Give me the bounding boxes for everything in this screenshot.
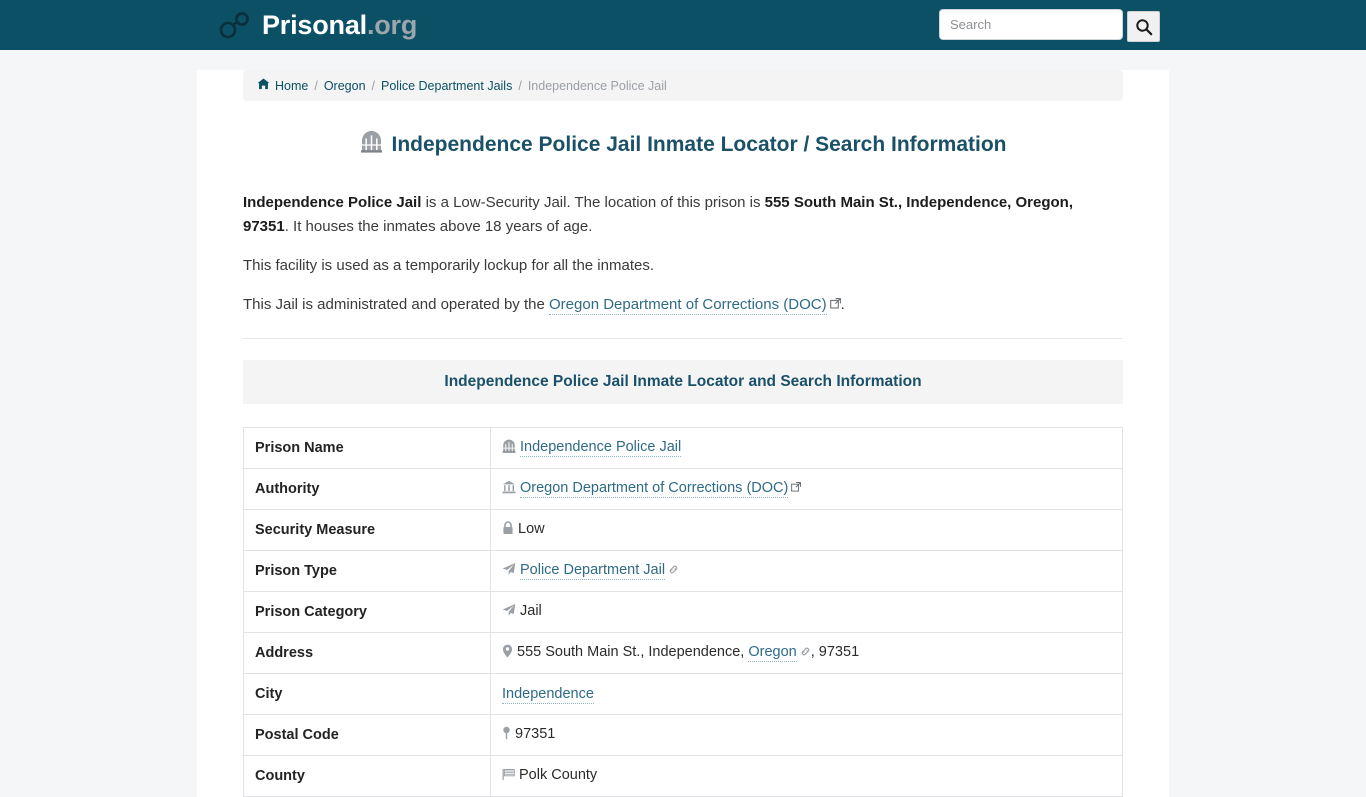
breadcrumb-item-home[interactable]: Home	[275, 79, 308, 93]
address-before: 555 South Main St., Independence,	[517, 644, 749, 661]
intro-paragraph-1: Independence Police Jail is a Low-Securi…	[243, 191, 1123, 238]
prison-category-value: Jail	[520, 603, 542, 620]
authority-link[interactable]: Oregon Department of Corrections (DOC)	[549, 296, 827, 315]
search-input[interactable]	[939, 9, 1123, 40]
row-value-prison-name: Independence Police Jail	[490, 427, 1123, 470]
row-value-authority: Oregon Department of Corrections (DOC)	[490, 468, 1123, 511]
table-row: Prison Category Jail	[243, 591, 1123, 634]
table-row: Prison Name Independence Police Jail	[243, 427, 1123, 470]
prison-gate-icon	[502, 439, 516, 457]
bank-icon	[502, 480, 516, 498]
intro-p3-a: This Jail is administrated and operated …	[243, 296, 549, 313]
table-row: Postal Code 97351	[243, 714, 1123, 757]
chain-link-icon	[668, 563, 679, 579]
row-label-authority: Authority	[243, 468, 491, 511]
table-row: Prison Type Police Department Jail	[243, 550, 1123, 593]
site-logo-link[interactable]: Prisonal.org	[218, 10, 417, 40]
intro-p1-b: is a Low-Security Jail. The location of …	[421, 194, 765, 212]
facility-name-strong: Independence Police Jail	[243, 194, 422, 212]
prison-type-link[interactable]: Police Department Jail	[520, 562, 666, 581]
prison-name-link[interactable]: Independence Police Jail	[520, 439, 682, 458]
row-label-postal-code: Postal Code	[243, 714, 491, 757]
flag-icon	[502, 768, 515, 785]
breadcrumb-separator: /	[314, 78, 318, 93]
breadcrumb: Home / Oregon / Police Department Jails …	[243, 70, 1123, 101]
intro-paragraph-3: This Jail is administrated and operated …	[243, 293, 1123, 316]
breadcrumb-separator: /	[371, 78, 376, 93]
map-marker-icon	[502, 726, 511, 744]
intro-p1-d: . It houses the inmates above 18 years o…	[284, 217, 593, 235]
brand-name: Prisonal	[262, 9, 367, 40]
search-form	[939, 9, 1160, 42]
breadcrumb-item-police-department-jails[interactable]: Police Department Jails	[381, 79, 512, 93]
row-label-city: City	[243, 673, 491, 716]
intro-paragraph-2: This facility is used as a temporarily l…	[243, 256, 654, 274]
home-icon	[257, 78, 270, 93]
map-pin-icon	[502, 644, 513, 662]
breadcrumb-item-current: Independence Police Jail	[527, 78, 667, 93]
city-link[interactable]: Independence	[502, 686, 594, 705]
county-value: Polk County	[519, 767, 598, 784]
external-link-icon	[791, 480, 802, 496]
security-measure-value: Low	[518, 521, 545, 538]
row-label-security-measure: Security Measure	[243, 509, 491, 552]
paper-plane-icon	[502, 562, 516, 580]
row-value-postal-code: 97351	[490, 714, 1123, 757]
breadcrumb-item-oregon[interactable]: Oregon	[324, 79, 366, 93]
authority-link[interactable]: Oregon Department of Corrections (DOC)	[520, 480, 789, 499]
row-value-address: 555 South Main St., Independence, Oregon…	[490, 632, 1123, 675]
table-row: Security Measure Low	[243, 509, 1123, 552]
row-label-prison-category: Prison Category	[243, 591, 491, 634]
table-row: Authority Oregon Department of Correctio…	[243, 468, 1123, 511]
table-row: County Polk County	[243, 755, 1123, 797]
intro-p3-b: .	[840, 296, 845, 313]
row-label-county: County	[243, 755, 491, 797]
table-row: Address 555 South Main St., Independence…	[243, 632, 1123, 675]
section-heading: Independence Police Jail Inmate Locator …	[243, 360, 1123, 405]
breadcrumb-separator: /	[518, 78, 522, 93]
row-value-county: Polk County	[490, 755, 1123, 797]
prison-gate-icon	[360, 130, 383, 160]
paper-plane-icon	[502, 603, 516, 621]
handcuffs-icon	[218, 10, 252, 40]
prison-info-table: Prison Name Independence Police Jail Aut…	[243, 427, 1123, 797]
lock-icon	[502, 521, 514, 539]
row-value-city: Independence	[490, 673, 1123, 716]
page-title-text: Independence Police Jail Inmate Locator …	[391, 133, 1007, 156]
chain-link-icon	[800, 645, 811, 661]
search-icon	[1135, 18, 1153, 36]
row-value-prison-type: Police Department Jail	[490, 550, 1123, 593]
page-container: Home / Oregon / Police Department Jails …	[197, 70, 1169, 797]
row-label-address: Address	[243, 632, 491, 675]
divider	[243, 338, 1123, 340]
postal-code-value: 97351	[515, 726, 556, 743]
address-after: , 97351	[810, 644, 860, 661]
content-inner: Home / Oregon / Police Department Jails …	[243, 70, 1123, 797]
table-row: City Independence	[243, 673, 1123, 716]
row-label-prison-name: Prison Name	[243, 427, 491, 470]
site-header: Prisonal.org	[0, 0, 1366, 50]
row-value-security-measure: Low	[490, 509, 1123, 552]
row-value-prison-category: Jail	[490, 591, 1123, 634]
brand-tld: .org	[366, 9, 418, 40]
external-link-icon	[829, 293, 841, 316]
page-title: Independence Police Jail Inmate Locator …	[243, 130, 1123, 160]
search-button[interactable]	[1127, 11, 1160, 42]
state-link[interactable]: Oregon	[748, 644, 797, 663]
row-label-prison-type: Prison Type	[243, 550, 491, 593]
